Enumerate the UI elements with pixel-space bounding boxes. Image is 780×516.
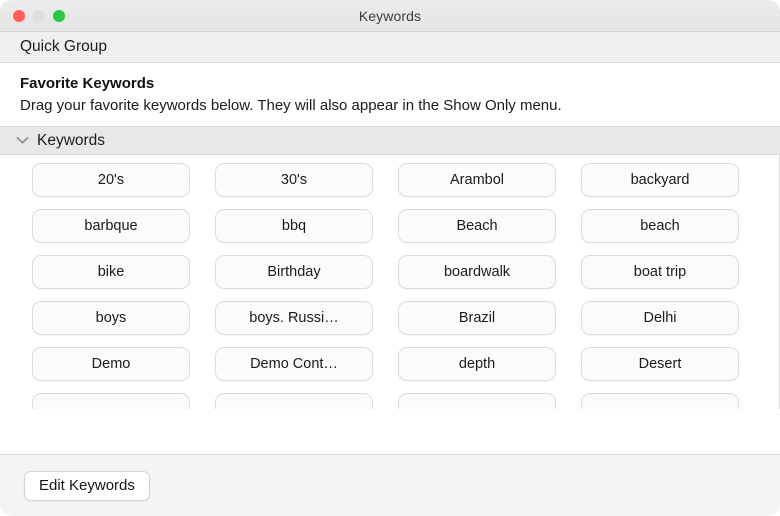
keywords-window: Keywords Quick Group Favorite Keywords D… <box>0 0 780 516</box>
favorite-keywords-description: Drag your favorite keywords below. They … <box>20 95 710 116</box>
keyword-tag[interactable] <box>398 393 556 409</box>
keyword-tag[interactable]: Beach <box>398 209 556 243</box>
edit-keywords-button[interactable]: Edit Keywords <box>24 471 150 501</box>
keyword-tag[interactable]: bbq <box>215 209 373 243</box>
keyword-tag[interactable]: depth <box>398 347 556 381</box>
keyword-tag[interactable]: 30's <box>215 163 373 197</box>
keyword-tag[interactable]: boys. Russi… <box>215 301 373 335</box>
chevron-down-icon[interactable] <box>14 133 30 149</box>
quick-group-bar: Quick Group <box>0 32 780 63</box>
keyword-tag[interactable]: Demo Cont… <box>215 347 373 381</box>
keyword-tag[interactable]: Demo <box>32 347 190 381</box>
keyword-tag[interactable]: Desert <box>581 347 739 381</box>
keyword-tag[interactable]: Delhi <box>581 301 739 335</box>
keyword-tag[interactable] <box>581 393 739 409</box>
favorite-keywords-block: Favorite Keywords Drag your favorite key… <box>0 63 780 126</box>
keyword-tag[interactable]: boardwalk <box>398 255 556 289</box>
keywords-grid: 20's 30's Arambol backyard barbque bbq B… <box>0 155 779 409</box>
keyword-tag[interactable]: boat trip <box>581 255 739 289</box>
keyword-tag[interactable]: barbque <box>32 209 190 243</box>
keyword-tag[interactable]: backyard <box>581 163 739 197</box>
minimize-window-button[interactable] <box>33 10 45 22</box>
keywords-section-title: Keywords <box>37 132 105 150</box>
favorite-keywords-title: Favorite Keywords <box>20 74 760 93</box>
close-window-button[interactable] <box>13 10 25 22</box>
keyword-tag[interactable]: Birthday <box>215 255 373 289</box>
keyword-tag[interactable] <box>215 393 373 409</box>
keyword-tag[interactable]: 20's <box>32 163 190 197</box>
keywords-scroll-area[interactable]: 20's 30's Arambol backyard barbque bbq B… <box>0 155 780 409</box>
keyword-tag[interactable] <box>32 393 190 409</box>
keyword-tag[interactable]: Arambol <box>398 163 556 197</box>
keywords-section-header[interactable]: Keywords <box>0 126 780 155</box>
traffic-light-group <box>0 10 65 22</box>
window-titlebar[interactable]: Keywords <box>0 0 780 32</box>
keyword-tag[interactable]: bike <box>32 255 190 289</box>
keyword-tag[interactable]: boys <box>32 301 190 335</box>
keyword-tag[interactable]: Brazil <box>398 301 556 335</box>
keyword-tag[interactable]: beach <box>581 209 739 243</box>
bottom-toolbar: Edit Keywords <box>0 454 780 516</box>
quick-group-label: Quick Group <box>20 38 107 56</box>
window-title: Keywords <box>0 8 780 24</box>
zoom-window-button[interactable] <box>53 10 65 22</box>
